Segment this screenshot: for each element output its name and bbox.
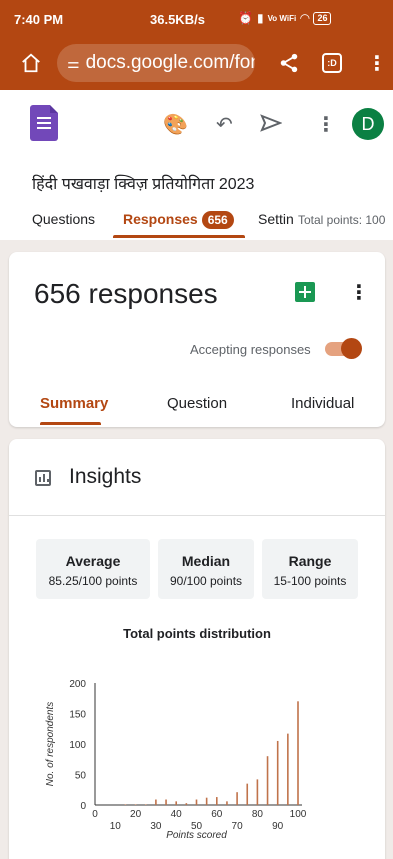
stat-median-value: 90/100 points [169,574,243,588]
forms-header: 🎨 ↶ ⋮ D हिंदी पखवाड़ा क्विज़ प्रतियोगिता… [0,90,393,240]
x-tick-label: 10 [110,821,122,832]
status-time: 7:40 PM [14,12,64,27]
palette-icon[interactable]: 🎨 [163,112,188,137]
responses-card: 656 responses ⋮ Accepting responses Summ… [9,252,385,427]
tab-indicator [113,235,245,238]
y-tick-label: 100 [69,740,86,751]
stat-range-value: 15-100 points [273,574,347,588]
chart-bar [185,803,188,805]
chart-title: Total points distribution [123,626,271,641]
signal-icon: ▮ [256,11,264,25]
insights-title: Insights [69,465,142,488]
chart-bar [195,799,198,805]
chart-bar [216,797,218,805]
tab-settings[interactable]: Settin [258,211,294,227]
network-speed: 36.5KB/s [150,12,205,27]
stat-median: Median 90/100 points [158,539,254,599]
tab-switcher-icon[interactable]: :D [322,53,342,73]
chart-bar [226,801,228,805]
site-settings-icon[interactable]: ⚌ [67,55,80,71]
url-field[interactable]: ⚌ docs.google.com/for [57,44,255,82]
chart-bar [246,783,249,805]
toggle-knob[interactable] [341,338,362,359]
x-tick-label: 20 [130,809,142,820]
url-text: docs.google.com/for [85,52,255,73]
avatar[interactable]: D [352,108,384,140]
send-icon[interactable] [260,114,282,132]
x-tick-label: 0 [92,809,98,820]
more-options-icon[interactable]: ⋮ [316,112,336,137]
stat-range-label: Range [288,553,332,569]
stat-median-label: Median [181,553,231,569]
insights-card: Insights Average 85.25/100 points Median… [9,439,385,859]
y-tick-label: 0 [80,801,86,812]
subtab-indicator [40,422,101,425]
chart-bar [155,799,157,805]
browser-toolbar: ⚌ docs.google.com/for :D ⋮ [0,38,393,90]
x-tick-label: 30 [150,821,162,832]
sheets-icon[interactable] [295,282,315,302]
y-axis-label: No. of respondents [45,702,56,787]
responses-count-title: 656 responses [34,278,218,309]
subtab-question[interactable]: Question [167,395,227,412]
chart-bar [124,804,127,805]
chart-bar [175,801,177,805]
points-distribution-chart: 0501001502000 20 40 60 80 10010 30 50 70 90Points… [45,679,307,841]
google-forms-logo-icon[interactable] [30,105,58,141]
tab-questions[interactable]: Questions [32,211,95,227]
x-tick-label: 90 [272,821,284,832]
y-tick-label: 200 [69,679,86,690]
accepting-responses-label: Accepting responses [190,342,311,357]
y-tick-label: 150 [69,710,86,721]
chart-bar [144,804,147,805]
chart-bar [276,740,279,805]
alarm-icon: ⏰ [238,11,253,25]
share-icon[interactable] [278,51,300,75]
chart-bar [297,701,299,805]
battery-icon: 26 [313,11,332,25]
form-title: हिंदी पखवाड़ा क्विज़ प्रतियोगिता 2023 [32,176,255,193]
stat-average: Average 85.25/100 points [36,539,150,599]
x-tick-label: 70 [232,821,244,832]
responses-count-badge: 656 [201,211,234,229]
subtab-summary[interactable]: Summary [40,395,108,412]
status-bar: 7:40 PM 36.5KB/s ⏰ ▮ Vo WiFi ◠ 26 [0,0,393,38]
stat-average-value: 85.25/100 points [48,574,138,588]
chart-bar [287,733,289,805]
x-tick-label: 40 [171,809,183,820]
subtab-individual[interactable]: Individual [291,395,354,412]
tab-responses[interactable]: Responses 656 [123,211,234,229]
tab-responses-label: Responses [123,211,198,227]
chart-bar [205,797,208,805]
stat-average-label: Average [65,553,121,569]
chart-bar [165,799,167,805]
home-icon[interactable] [20,52,42,74]
chart-bar [236,792,238,805]
x-tick-label: 100 [290,809,307,820]
vowifi-icon: Vo WiFi [267,13,297,23]
browser-menu-icon[interactable]: ⋮ [367,51,387,76]
x-tick-label: 60 [211,809,223,820]
undo-icon[interactable]: ↶ [216,112,233,137]
insights-icon [35,470,51,486]
wifi-icon: ◠ [300,11,310,25]
status-icons: ⏰ ▮ Vo WiFi ◠ 26 [238,11,332,25]
x-axis-label: Points scored [166,830,227,841]
y-tick-label: 50 [75,771,87,782]
divider [9,515,385,516]
chart-bar [266,756,269,805]
x-tick-label: 80 [252,809,264,820]
total-points: Total points: 100 [298,213,386,227]
chart-bar [256,779,259,805]
chart-bar [134,804,137,805]
stat-range: Range 15-100 points [262,539,358,599]
responses-menu-icon[interactable]: ⋮ [349,280,369,305]
